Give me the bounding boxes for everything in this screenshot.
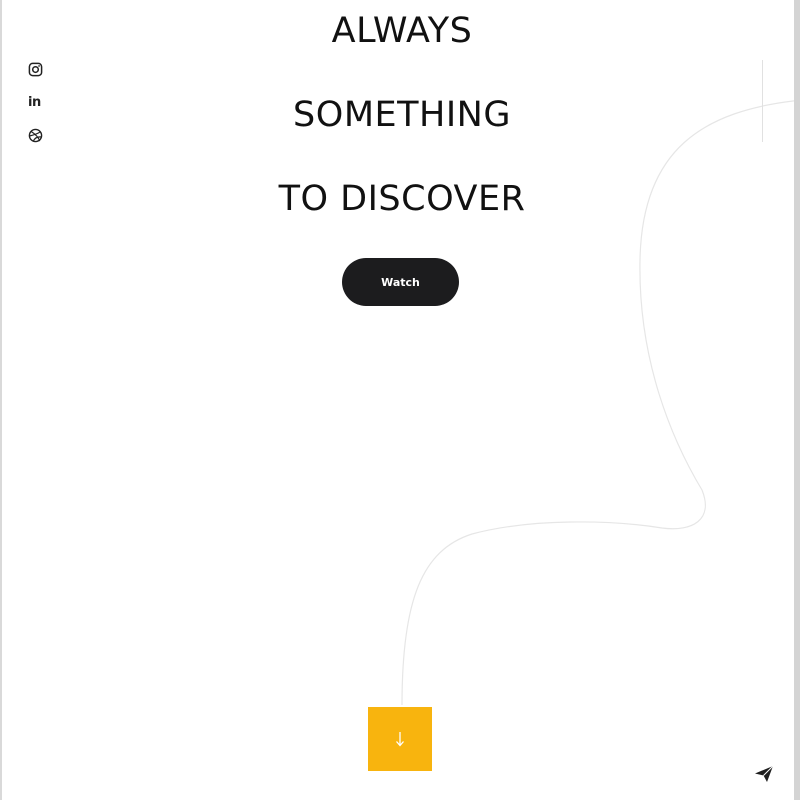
hero-title-line-3: TO DISCOVER xyxy=(278,179,526,219)
page: in ALWAYS SOMETHING TO DISCOVER Watch xyxy=(0,0,800,800)
scroll-down-button[interactable] xyxy=(368,707,432,771)
instagram-icon xyxy=(28,62,43,76)
hero-title-line-1: ALWAYS xyxy=(331,11,473,51)
watch-button[interactable]: Watch xyxy=(342,258,459,306)
instagram-link[interactable] xyxy=(28,59,46,79)
send-icon xyxy=(755,765,774,782)
arrow-down-icon xyxy=(396,732,404,747)
hero-title-line-2: SOMETHING xyxy=(293,95,511,135)
send-message-button[interactable] xyxy=(754,765,774,783)
